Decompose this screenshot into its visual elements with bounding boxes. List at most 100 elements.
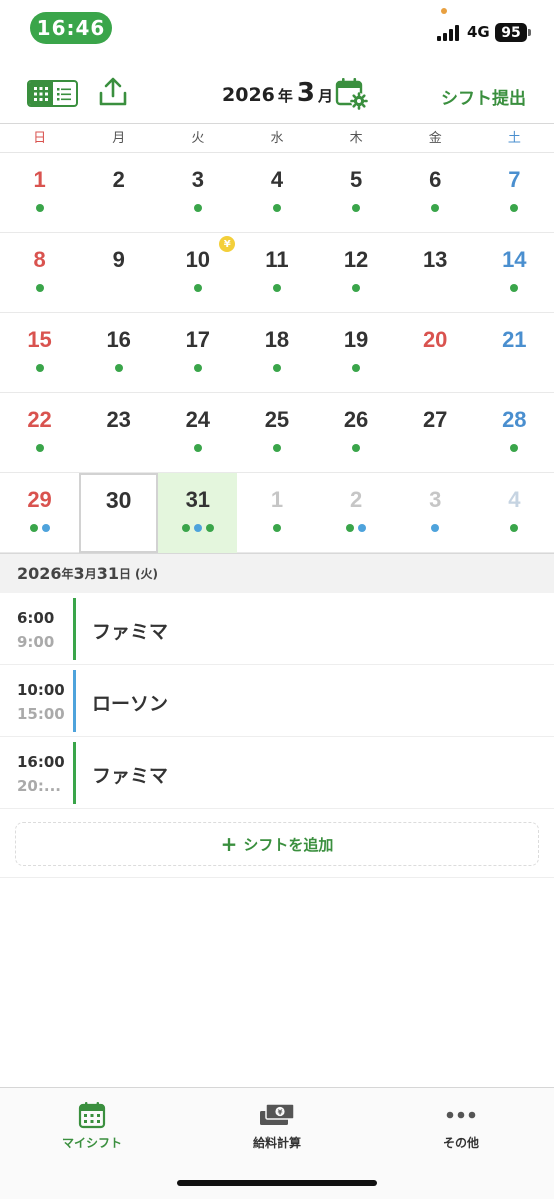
tab-my-shift[interactable]: マイシフト — [32, 1100, 152, 1151]
shift-dot-green — [352, 204, 361, 212]
month-title-month: 3 — [296, 78, 315, 108]
calendar-day-cell[interactable]: 8 — [0, 233, 79, 313]
shift-dots — [237, 524, 316, 532]
calendar-day-cell[interactable]: 22 — [0, 393, 79, 473]
weekday-sat: 土 — [507, 131, 521, 146]
calendar-day-number: 27 — [422, 407, 448, 432]
calendar-grid: 1 2 3 4 5 6 7 8 9 10 ¥11 12 13 14 15 16 17 18 19 20 21 22 23 24… — [0, 153, 554, 553]
calendar-day-cell[interactable]: 19 — [317, 313, 396, 393]
calendar-day-cell[interactable]: 10 ¥ — [158, 233, 237, 313]
home-indicator[interactable] — [177, 1180, 377, 1186]
shift-dots — [158, 524, 237, 532]
calendar-day-cell[interactable]: 13 — [396, 233, 475, 313]
calendar-day-cell[interactable]: 2 — [79, 153, 158, 233]
calendar-day-cell[interactable]: 5 — [317, 153, 396, 233]
month-title-year: 2026 — [222, 84, 275, 106]
svg-text:¥: ¥ — [278, 1108, 283, 1116]
calendar-day-number: 5 — [349, 167, 363, 192]
calendar-day-cell[interactable]: 29 — [0, 473, 79, 553]
calendar-day-cell[interactable]: 27 — [396, 393, 475, 473]
shift-color-bar — [73, 598, 76, 660]
calendar-day-cell[interactable]: 11 — [237, 233, 316, 313]
tab-salary-calc[interactable]: ¥ 給料計算 — [217, 1100, 337, 1151]
calendar-day-cell[interactable]: 1 — [0, 153, 79, 233]
calendar-day-cell[interactable]: 20 — [396, 313, 475, 393]
weekday-thu: 木 — [349, 131, 363, 146]
calendar-week-row: 1 2 3 4 5 6 7 — [0, 153, 554, 233]
month-title[interactable]: 2026 年 3 月 — [222, 78, 337, 110]
shift-color-bar — [73, 670, 76, 732]
calendar-day-cell[interactable]: 4 — [475, 473, 554, 553]
calendar-day-number: 14 — [502, 247, 527, 272]
calendar-day-cell[interactable]: 21 — [475, 313, 554, 393]
shift-item[interactable]: 16:00 20:... ファミマ — [0, 737, 554, 809]
calendar-day-number: 20 — [422, 327, 448, 352]
calendar-day-cell[interactable]: 31 — [158, 473, 238, 553]
calendar-day-cell[interactable]: 14 — [475, 233, 554, 313]
shift-dot-green — [431, 204, 440, 212]
calendar-day-cell[interactable]: 24 — [158, 393, 237, 473]
list-view-icon[interactable] — [53, 82, 77, 105]
shift-dot-green — [193, 204, 202, 212]
shift-dot-blue — [358, 524, 367, 532]
calendar-settings-icon[interactable] — [334, 76, 368, 110]
calendar-day-cell[interactable]: 9 — [79, 233, 158, 313]
shift-dot-green — [29, 524, 38, 532]
calendar-day-number: 2 — [112, 167, 125, 192]
calendar-day-cell[interactable]: 3 — [158, 153, 237, 233]
view-toggle[interactable] — [27, 80, 78, 107]
shift-dot-blue — [41, 524, 50, 532]
calendar-day-cell[interactable]: 3 — [396, 473, 475, 553]
add-shift-button[interactable]: + シフトを追加 — [15, 822, 539, 866]
calendar-day-cell[interactable]: 26 — [317, 393, 396, 473]
calendar-day-number: 2 — [349, 487, 363, 512]
shift-dots — [317, 284, 396, 292]
calendar-day-number: 1 — [270, 487, 284, 512]
calendar-day-cell[interactable]: 7 — [475, 153, 554, 233]
calendar-week-row: 8 9 10 ¥ 11 12 13 14 — [0, 233, 554, 313]
calendar-day-number: 28 — [502, 407, 527, 432]
grid-view-icon[interactable] — [29, 82, 53, 105]
calendar-week-row: 22 23 24 25 26 27 28 — [0, 393, 554, 473]
status-time: 16:46 — [30, 12, 112, 44]
calendar-day-number: 3 — [429, 487, 442, 512]
tab-others[interactable]: その他 — [401, 1100, 521, 1151]
calendar-day-cell[interactable]: 2 — [317, 473, 396, 553]
shift-end-time: 20:... — [17, 777, 61, 795]
calendar-day-number: 22 — [27, 407, 52, 432]
calendar-day-cell[interactable]: 25 — [237, 393, 316, 473]
shift-item[interactable]: 10:00 15:00 ローソン — [0, 665, 554, 737]
calendar-day-cell[interactable]: 4 — [237, 153, 316, 233]
calendar-day-cell[interactable]: 15 — [0, 313, 79, 393]
calendar-day-cell[interactable]: 16 — [79, 313, 158, 393]
calendar-day-cell[interactable]: 6 — [396, 153, 475, 233]
selected-date-year: 2026 — [17, 564, 62, 583]
shift-end-time: 15:00 — [17, 705, 65, 723]
selected-date-month-unit: 月 — [84, 567, 97, 581]
shift-dots — [0, 444, 79, 452]
month-title-month-unit: 月 — [318, 87, 334, 105]
privacy-indicator-dot — [441, 8, 447, 14]
calendar-day-cell[interactable]: 18 — [237, 313, 316, 393]
divider — [0, 877, 554, 878]
share-export-icon[interactable] — [98, 76, 128, 108]
weekday-sun: 日 — [33, 131, 47, 146]
shift-dots — [158, 444, 237, 452]
tab-label: 給料計算 — [252, 1136, 301, 1150]
calendar-day-number: 9 — [112, 247, 125, 272]
shift-dot-green — [510, 524, 519, 532]
calendar-day-number: 26 — [343, 407, 369, 432]
calendar-day-cell[interactable]: 12 — [317, 233, 396, 313]
submit-shift-button[interactable]: シフト提出 — [441, 84, 526, 109]
calendar-day-cell[interactable]: 1 — [237, 473, 316, 553]
calendar-day-cell[interactable]: 23 — [79, 393, 158, 473]
shift-item[interactable]: 6:00 9:00 ファミマ — [0, 593, 554, 665]
tab-label: その他 — [442, 1136, 479, 1150]
calendar-day-cell[interactable]: 30 — [79, 473, 159, 553]
calendar-day-cell[interactable]: 17 — [158, 313, 237, 393]
calendar-day-cell[interactable]: 28 — [475, 393, 554, 473]
weekday-wed: 水 — [270, 131, 284, 146]
selected-date-weekday: (火) — [134, 567, 158, 581]
shift-dot-green — [193, 444, 202, 452]
shift-dot-green — [35, 364, 44, 372]
